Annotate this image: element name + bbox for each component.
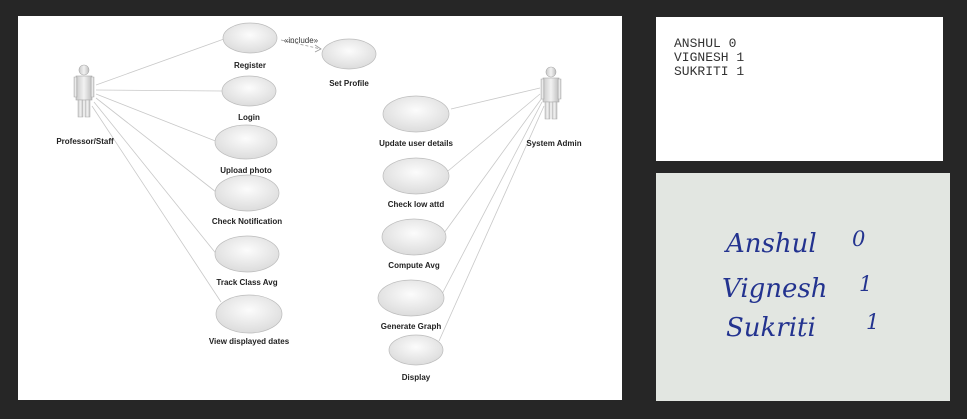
handwritten-value: 1 [866,310,880,334]
left-associations [91,38,225,303]
output-line: SUKRITI 1 [674,64,745,79]
use-case-label: Login [238,113,260,122]
use-case-label: Register [234,61,266,70]
use-case-login: Login [221,75,277,122]
handwritten-value: 1 [859,272,873,296]
output-line: VIGNESH 1 [674,50,745,65]
handwritten-name: Anshul [726,229,817,259]
use-case-label: Check low attd [388,200,445,209]
use-case-check-notification: Check Notification [212,174,282,226]
use-case-label: Compute Avg [388,261,440,270]
use-case-label: Generate Graph [381,322,442,331]
output-line: ANSHUL 0 [674,36,737,51]
use-case-track-class-avg: Track Class Avg [214,235,280,287]
use-case-compute-avg: Compute Avg [381,218,447,270]
use-case-diagram: «include» Professor/Staff System Admin R… [56,22,582,382]
use-case-label: Update user details [379,139,453,148]
right-associations [438,87,545,342]
actor-label-professor-staff: Professor/Staff [56,137,114,146]
use-case-register: Register [222,22,278,70]
handwritten-photo-panel: Anshul 0 Vignesh 1 Sukriti 1 [656,173,950,401]
use-case-label: View displayed dates [209,337,290,346]
actor-label-system-admin: System Admin [526,139,581,148]
recognized-text-output: ANSHUL 0 VIGNESH 1 SUKRITI 1 [674,37,744,79]
use-case-label: Display [402,373,431,382]
handwritten-value: 0 [852,227,866,251]
handwritten-name: Vignesh [722,274,828,304]
actor-professor-staff [73,64,95,118]
use-case-view-displayed-dates: View displayed dates [209,294,290,346]
use-case-label: Set Profile [329,79,369,88]
include-label: «include» [284,36,319,45]
use-case-label: Upload photo [220,166,272,175]
use-case-upload-photo: Upload photo [214,124,278,175]
use-case-check-low-attd: Check low attd [382,157,450,209]
use-case-display: Display [388,334,444,382]
use-case-update-user-details: Update user details [379,95,453,148]
use-case-label: Check Notification [212,217,282,226]
use-case-generate-graph: Generate Graph [377,279,445,331]
use-case-diagram-panel: «include» Professor/Staff System Admin R… [18,16,622,400]
use-case-label: Track Class Avg [216,278,277,287]
text-output-panel: ANSHUL 0 VIGNESH 1 SUKRITI 1 [656,17,943,161]
actor-system-admin [540,66,562,120]
use-case-set-profile: Set Profile [321,38,377,88]
handwritten-name: Sukriti [726,313,816,343]
